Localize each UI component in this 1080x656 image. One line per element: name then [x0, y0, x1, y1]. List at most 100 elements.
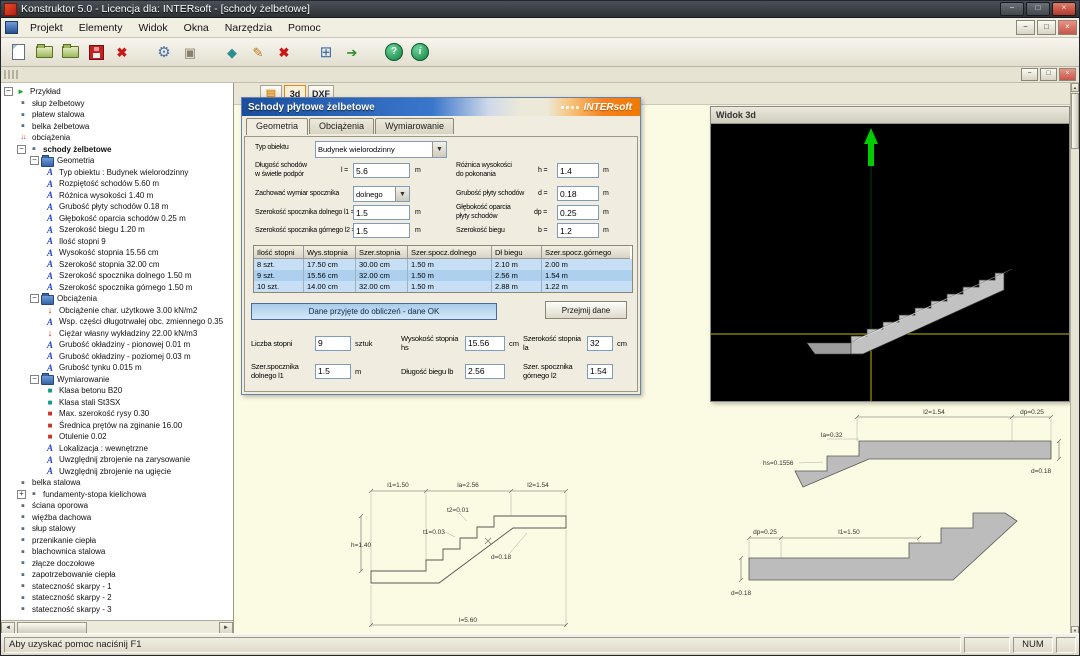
- add-element-icon[interactable]: ◆: [220, 40, 244, 64]
- open-element-icon[interactable]: [58, 40, 82, 64]
- slab-thickness-input[interactable]: [557, 186, 599, 201]
- menu-item[interactable]: Projekt: [22, 20, 71, 36]
- tree-item[interactable]: Różnica wysokości 1.40 m: [1, 190, 233, 202]
- table-row[interactable]: 10 szt. 14.00 cm 32.00 cm 1.50 m 2.88 m …: [254, 281, 632, 292]
- pane-minimize-button[interactable]: −: [1021, 68, 1038, 81]
- tree-item[interactable]: Wymiarowanie: [1, 374, 233, 386]
- tree-item[interactable]: schody żelbetowe: [1, 144, 233, 156]
- minimize-button[interactable]: −: [1000, 2, 1024, 16]
- tree-item[interactable]: Wysokość stopnia 15.56 cm: [1, 247, 233, 259]
- tree-item[interactable]: Klasa stali St3SX: [1, 397, 233, 409]
- menu-item[interactable]: Widok: [130, 20, 175, 36]
- tree-item[interactable]: Obciążenie char. użytkowe 3.00 kN/m2: [1, 305, 233, 317]
- support-depth-input[interactable]: [557, 205, 599, 220]
- tree-item[interactable]: słup żelbetowy: [1, 98, 233, 110]
- tree-item[interactable]: stateczność skarpy - 2: [1, 592, 233, 604]
- dialog-tab[interactable]: Obciążenia: [309, 118, 374, 134]
- tree-item[interactable]: Grubość tynku 0.015 m: [1, 362, 233, 374]
- tree-item[interactable]: Max. szerokość rysy 0.30: [1, 408, 233, 420]
- edit-element-icon[interactable]: ✎: [246, 40, 270, 64]
- menu-item[interactable]: Okna: [176, 20, 217, 36]
- notes-icon[interactable]: ▣: [178, 40, 202, 64]
- tree-item[interactable]: Ilość stopni 9: [1, 236, 233, 248]
- titlebar[interactable]: Konstruktor 5.0 - Licencja dla: INTERsof…: [1, 1, 1079, 18]
- tree-item[interactable]: Typ obiektu : Budynek wielorodzinny: [1, 167, 233, 179]
- tree-item[interactable]: ściana oporowa: [1, 500, 233, 512]
- expand-toggle-icon[interactable]: [30, 375, 39, 384]
- menu-item[interactable]: Narzędzia: [217, 20, 280, 36]
- view-3d-titlebar[interactable]: Widok 3d: [711, 107, 1069, 124]
- expand-toggle-icon[interactable]: [17, 145, 26, 154]
- tree-item[interactable]: zapotrzebowanie ciepła: [1, 569, 233, 581]
- dialog-titlebar[interactable]: Schody płytowe żelbetowe INTERsoft: [242, 98, 640, 116]
- table-row[interactable]: 9 szt. 15.56 cm 32.00 cm 1.50 m 2.56 m 1…: [254, 270, 632, 281]
- result-field-input[interactable]: [315, 336, 351, 351]
- column-header[interactable]: Szer.spocz.górnego: [542, 246, 630, 259]
- info-icon[interactable]: i: [408, 40, 432, 64]
- tree-item[interactable]: stateczność skarpy - 1: [1, 581, 233, 593]
- tree-item[interactable]: przenikanie ciepła: [1, 535, 233, 547]
- dialog-tab[interactable]: Geometria: [246, 118, 308, 135]
- tree-item[interactable]: płatew stalowa: [1, 109, 233, 121]
- remove-element-icon[interactable]: ✖: [272, 40, 296, 64]
- tree-item[interactable]: Otulenie 0.02: [1, 431, 233, 443]
- tree-item[interactable]: Grubość okładziny - poziomej 0.03 m: [1, 351, 233, 363]
- tree-item[interactable]: Szerokość spocznika górnego 1.50 m: [1, 282, 233, 294]
- tree-item[interactable]: Wsp. części długotrwałej obc. zmiennego …: [1, 316, 233, 328]
- tree-item[interactable]: blachownica stalowa: [1, 546, 233, 558]
- tree-item[interactable]: Przykład: [1, 86, 233, 98]
- column-header[interactable]: Dł biegu: [492, 246, 542, 259]
- tree-item[interactable]: Grubość okładziny - pionowej 0.01 m: [1, 339, 233, 351]
- stairs-length-input[interactable]: [353, 163, 410, 178]
- result-field-input[interactable]: [587, 364, 613, 379]
- tree-item[interactable]: belka żelbetowa: [1, 121, 233, 133]
- tree-item[interactable]: Geometria: [1, 155, 233, 167]
- tree-item[interactable]: Uwzględnij zbrojenie na ugięcie: [1, 466, 233, 478]
- tree-item[interactable]: Rozpiętość schodów 5.60 m: [1, 178, 233, 190]
- tree-item[interactable]: fundamenty-stopa kielichowa: [1, 489, 233, 501]
- mdi-restore-button[interactable]: □: [1037, 20, 1056, 35]
- column-header[interactable]: Wys.stopnia: [304, 246, 356, 259]
- result-field-input[interactable]: [465, 364, 505, 379]
- scroll-up-icon[interactable]: ▲: [1071, 83, 1079, 92]
- result-field-input[interactable]: [587, 336, 613, 351]
- save-icon[interactable]: [84, 40, 108, 64]
- pane-close-button[interactable]: ×: [1059, 68, 1076, 81]
- tree-item[interactable]: Szerokość biegu 1.20 m: [1, 224, 233, 236]
- tree-item[interactable]: Klasa betonu B20: [1, 385, 233, 397]
- mdi-minimize-button[interactable]: −: [1016, 20, 1035, 35]
- column-header[interactable]: Szer.spocz.dolnego: [408, 246, 492, 259]
- column-header[interactable]: Szer.stopnia: [356, 246, 408, 259]
- menu-item[interactable]: Pomoc: [280, 20, 329, 36]
- flight-width-input[interactable]: [557, 223, 599, 238]
- maximize-button[interactable]: □: [1026, 2, 1050, 16]
- tree-item[interactable]: belka stalowa: [1, 477, 233, 489]
- result-field-input[interactable]: [465, 336, 505, 351]
- dialog-tab[interactable]: Wymiarowanie: [375, 118, 454, 134]
- menu-item[interactable]: Elementy: [71, 20, 131, 36]
- scrollbar-thumb[interactable]: [1071, 93, 1079, 149]
- tree-item[interactable]: stateczność skarpy - 3: [1, 604, 233, 616]
- accept-data-button[interactable]: Przejmij dane: [545, 301, 627, 319]
- tree-item[interactable]: Obciążenia: [1, 293, 233, 305]
- pane-restore-button[interactable]: □: [1040, 68, 1057, 81]
- view-3d-canvas[interactable]: [711, 124, 1069, 401]
- column-header[interactable]: Ilość stopni: [254, 246, 304, 259]
- object-type-select[interactable]: Budynek wielorodzinny ▼: [315, 141, 447, 158]
- height-diff-input[interactable]: [557, 163, 599, 178]
- tree-item[interactable]: więźba dachowa: [1, 512, 233, 524]
- tree-item[interactable]: słup stalowy: [1, 523, 233, 535]
- close-button[interactable]: ×: [1052, 2, 1076, 16]
- tree-item[interactable]: obciążenia: [1, 132, 233, 144]
- table-row[interactable]: 8 szt. 17.50 cm 30.00 cm 1.50 m 2.10 m 2…: [254, 259, 632, 270]
- tree-item[interactable]: Ciężar własny wykładziny 22.00 kN/m3: [1, 328, 233, 340]
- tree-item[interactable]: złącze doczołowe: [1, 558, 233, 570]
- tree-item[interactable]: Lokalizacja : wewnętrzne: [1, 443, 233, 455]
- expand-toggle-icon[interactable]: [4, 87, 13, 96]
- new-file-icon[interactable]: [6, 40, 30, 64]
- result-field-input[interactable]: [315, 364, 351, 379]
- tree-item[interactable]: Uwzględnij zbrojenie na zarysowanie: [1, 454, 233, 466]
- tree-item[interactable]: Szerokość stopnia 32.00 cm: [1, 259, 233, 271]
- toolbar-grip-icon[interactable]: [4, 70, 18, 79]
- tree-item[interactable]: Grubość płyty schodów 0.18 m: [1, 201, 233, 213]
